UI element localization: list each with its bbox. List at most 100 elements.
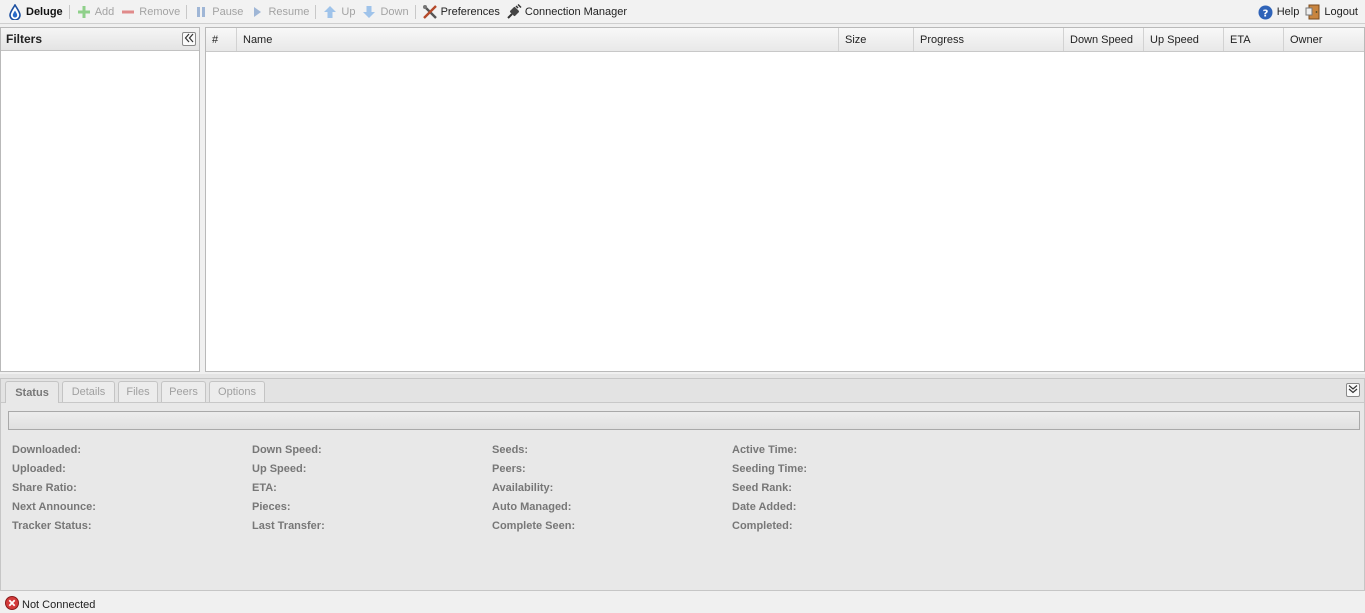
toolbar-right-group: ? Help Logout xyxy=(1255,0,1361,24)
preferences-button[interactable]: Preferences xyxy=(419,1,503,23)
svg-text:?: ? xyxy=(1263,8,1269,19)
stat-pieces: Pieces: xyxy=(252,497,325,516)
pause-button[interactable]: Pause xyxy=(190,1,246,23)
error-icon xyxy=(5,596,19,613)
stat-up-speed: Up Speed: xyxy=(252,459,325,478)
stat-complete-seen: Complete Seen: xyxy=(492,516,575,535)
stat-seeding-time-label: Seeding Time: xyxy=(732,462,807,475)
torrent-grid-header: # Name Size Progress Down Speed Up Speed… xyxy=(206,28,1364,52)
stat-last-transfer: Last Transfer: xyxy=(252,516,325,535)
brand-label: Deluge xyxy=(26,5,63,18)
pause-icon xyxy=(193,4,209,20)
stat-peers-label: Peers: xyxy=(492,462,526,475)
deluge-logo-brand: Deluge xyxy=(4,1,66,23)
add-button[interactable]: Add xyxy=(73,1,118,23)
stat-share-ratio-label: Share Ratio: xyxy=(12,481,77,494)
arrow-up-icon xyxy=(322,4,338,20)
stat-seed-rank: Seed Rank: xyxy=(732,478,807,497)
play-icon xyxy=(249,4,265,20)
torrent-grid: # Name Size Progress Down Speed Up Speed… xyxy=(205,27,1365,372)
stat-auto-managed: Auto Managed: xyxy=(492,497,575,516)
stat-uploaded-label: Uploaded: xyxy=(12,462,66,475)
filters-title: Filters xyxy=(6,32,43,46)
tab-peers[interactable]: Peers xyxy=(161,381,206,402)
stats-column-transfer: Downloaded: Uploaded: Share Ratio: Next … xyxy=(12,440,96,535)
tab-details[interactable]: Details xyxy=(62,381,115,402)
stat-seeding-time: Seeding Time: xyxy=(732,459,807,478)
help-label: Help xyxy=(1276,6,1300,18)
column-header-progress[interactable]: Progress xyxy=(914,28,1064,51)
stat-completed-label: Completed: xyxy=(732,519,793,532)
stat-availability-label: Availability: xyxy=(492,481,554,494)
tools-icon xyxy=(422,4,438,20)
queue-up-button[interactable]: Up xyxy=(319,1,358,23)
stat-peers: Peers: xyxy=(492,459,575,478)
stat-down-speed: Down Speed: xyxy=(252,440,325,459)
column-header-down-speed[interactable]: Down Speed xyxy=(1064,28,1144,51)
stat-share-ratio: Share Ratio: xyxy=(12,478,96,497)
logout-button[interactable]: Logout xyxy=(1302,1,1361,23)
up-label: Up xyxy=(341,5,356,18)
help-button[interactable]: ? Help xyxy=(1255,1,1303,23)
stats-column-time: Active Time: Seeding Time: Seed Rank: Da… xyxy=(732,440,807,535)
main-toolbar: Deluge Add Remove Pause Resume Up Down P… xyxy=(0,0,1365,24)
toolbar-separator xyxy=(186,4,188,19)
column-header-queue[interactable]: # xyxy=(206,28,237,51)
plug-icon xyxy=(506,3,522,20)
stats-column-speed: Down Speed: Up Speed: ETA: Pieces: Last … xyxy=(252,440,325,535)
tab-options[interactable]: Options xyxy=(209,381,265,402)
resume-button[interactable]: Resume xyxy=(246,1,312,23)
stat-eta: ETA: xyxy=(252,478,325,497)
collapse-filters-button[interactable] xyxy=(182,32,196,46)
stat-auto-managed-label: Auto Managed: xyxy=(492,500,572,513)
deluge-drop-icon xyxy=(7,3,23,20)
connection-manager-button[interactable]: Connection Manager xyxy=(503,1,630,23)
double-chevron-down-icon xyxy=(1348,384,1358,397)
details-tab-strip: Status Details Files Peers Options xyxy=(1,379,1364,403)
preferences-label: Preferences xyxy=(440,5,500,18)
column-header-eta[interactable]: ETA xyxy=(1224,28,1284,51)
stat-down-speed-label: Down Speed: xyxy=(252,443,322,456)
column-header-up-speed[interactable]: Up Speed xyxy=(1144,28,1224,51)
column-header-size[interactable]: Size xyxy=(839,28,914,51)
stat-active-time: Active Time: xyxy=(732,440,807,459)
status-bar: Not Connected xyxy=(0,596,1365,613)
torrent-progress-bar xyxy=(8,411,1360,430)
resume-label: Resume xyxy=(268,5,310,18)
tab-status[interactable]: Status xyxy=(5,381,59,403)
remove-button[interactable]: Remove xyxy=(117,1,183,23)
stat-next-announce-label: Next Announce: xyxy=(12,500,96,513)
column-header-name[interactable]: Name xyxy=(237,28,839,51)
stat-downloaded-label: Downloaded: xyxy=(12,443,82,456)
tab-files[interactable]: Files xyxy=(118,381,158,402)
stat-active-time-label: Active Time: xyxy=(732,443,798,456)
stats-column-swarm: Seeds: Peers: Availability: Auto Managed… xyxy=(492,440,575,535)
queue-down-button[interactable]: Down xyxy=(358,1,411,23)
stat-complete-seen-label: Complete Seen: xyxy=(492,519,576,532)
stat-availability: Availability: xyxy=(492,478,575,497)
minus-icon xyxy=(120,4,136,20)
stat-date-added-label: Date Added: xyxy=(732,500,797,513)
column-header-owner[interactable]: Owner xyxy=(1284,28,1364,51)
connection-manager-label: Connection Manager xyxy=(524,5,628,18)
stat-up-speed-label: Up Speed: xyxy=(252,462,307,475)
stat-date-added: Date Added: xyxy=(732,497,807,516)
stat-seeds: Seeds: xyxy=(492,440,575,459)
arrow-down-icon xyxy=(361,4,377,20)
stat-uploaded: Uploaded: xyxy=(12,459,96,478)
add-label: Add xyxy=(94,5,115,18)
stat-seed-rank-label: Seed Rank: xyxy=(732,481,792,494)
stat-tracker-status: Tracker Status: xyxy=(12,516,96,535)
stat-next-announce: Next Announce: xyxy=(12,497,96,516)
filters-header: Filters xyxy=(1,28,199,51)
pause-label: Pause xyxy=(212,5,244,18)
stat-last-transfer-label: Last Transfer: xyxy=(252,519,325,532)
double-chevron-left-icon xyxy=(184,32,194,46)
collapse-details-button[interactable] xyxy=(1346,383,1360,397)
door-exit-icon xyxy=(1305,4,1321,20)
stat-seeds-label: Seeds: xyxy=(492,443,529,456)
down-label: Down xyxy=(380,5,409,18)
stat-tracker-status-label: Tracker Status: xyxy=(12,519,92,532)
plus-icon xyxy=(76,4,92,20)
logout-label: Logout xyxy=(1324,6,1358,18)
